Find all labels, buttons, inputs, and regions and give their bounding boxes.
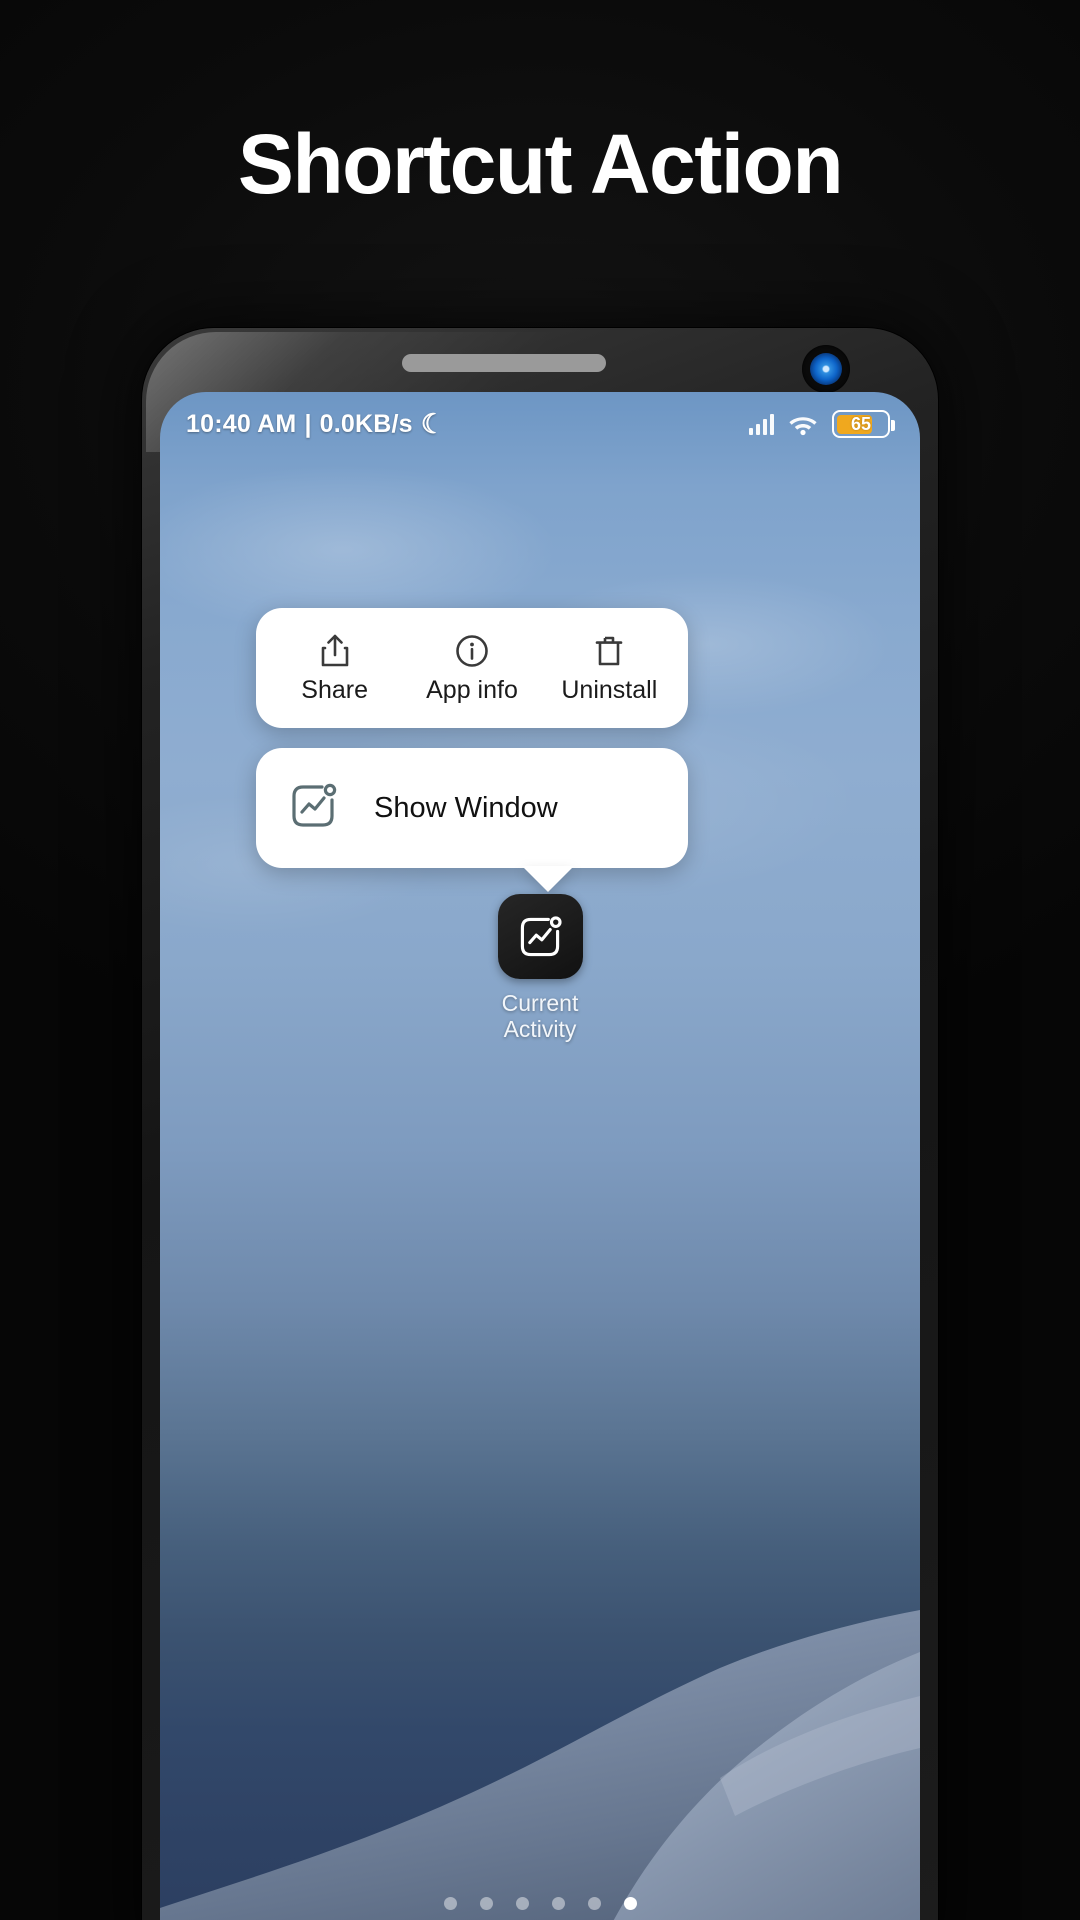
signal-bars-icon bbox=[749, 413, 774, 435]
front-camera bbox=[802, 345, 850, 393]
uninstall-action[interactable]: Uninstall bbox=[545, 633, 673, 703]
dnd-moon-icon: ☾ bbox=[420, 408, 446, 439]
shortcut-popup[interactable]: Show Window bbox=[256, 748, 688, 868]
info-circle-icon bbox=[455, 633, 489, 669]
app-info-action[interactable]: App info bbox=[408, 633, 536, 703]
page-dot-6[interactable] bbox=[623, 1897, 637, 1910]
share-action[interactable]: Share bbox=[271, 633, 399, 703]
shortcut-label: Show Window bbox=[374, 791, 558, 824]
page-dot-3[interactable] bbox=[515, 1897, 529, 1910]
app-label-line1: Current bbox=[501, 990, 579, 1016]
app-icon[interactable] bbox=[497, 894, 583, 979]
app-label-line2: Activity bbox=[503, 1015, 577, 1042]
status-separator: | bbox=[304, 409, 312, 438]
app-actions-popup: Share App info Uninstall bbox=[256, 608, 688, 728]
app-shortcut[interactable]: Current Activity bbox=[478, 894, 602, 1043]
share-icon bbox=[320, 633, 350, 669]
trash-icon bbox=[594, 633, 624, 669]
status-bar: 10:40 AM | 0.0KB/s ☾ 65 bbox=[160, 392, 920, 456]
page-dot-1[interactable] bbox=[443, 1897, 457, 1910]
share-label: Share bbox=[301, 676, 369, 704]
activity-chart-icon bbox=[286, 779, 340, 838]
status-bar-right: 65 bbox=[749, 410, 895, 438]
camera-lens bbox=[810, 353, 842, 385]
page-dot-2[interactable] bbox=[479, 1897, 493, 1910]
page-indicator[interactable] bbox=[160, 1897, 920, 1910]
phone-mockup: 10:40 AM | 0.0KB/s ☾ 65 Share App info U… bbox=[142, 328, 938, 1920]
page-title: Shortcut Action bbox=[237, 117, 844, 211]
status-network-speed: 0.0KB/s bbox=[319, 409, 413, 438]
app-label: Current Activity bbox=[501, 990, 579, 1043]
wifi-icon bbox=[789, 416, 817, 435]
wallpaper-mountain bbox=[160, 1610, 920, 1920]
page-dot-5[interactable] bbox=[587, 1897, 601, 1910]
battery-indicator: 65 bbox=[832, 410, 895, 438]
phone-screen: 10:40 AM | 0.0KB/s ☾ 65 Share App info U… bbox=[160, 392, 920, 1920]
battery-level: 65 bbox=[850, 414, 872, 434]
page-dot-4[interactable] bbox=[551, 1897, 565, 1910]
app-info-label: App info bbox=[426, 676, 518, 704]
uninstall-label: Uninstall bbox=[561, 676, 658, 704]
status-bar-left: 10:40 AM | 0.0KB/s ☾ bbox=[186, 410, 445, 439]
status-time: 10:40 AM bbox=[186, 409, 297, 438]
screenshot-stage: Shortcut Action 10:40 AM | 0.0KB/s ☾ 65 … bbox=[0, 0, 1080, 1920]
popup-tail bbox=[522, 866, 574, 892]
phone-top-bezel bbox=[142, 328, 938, 396]
speaker-grille bbox=[402, 354, 606, 372]
